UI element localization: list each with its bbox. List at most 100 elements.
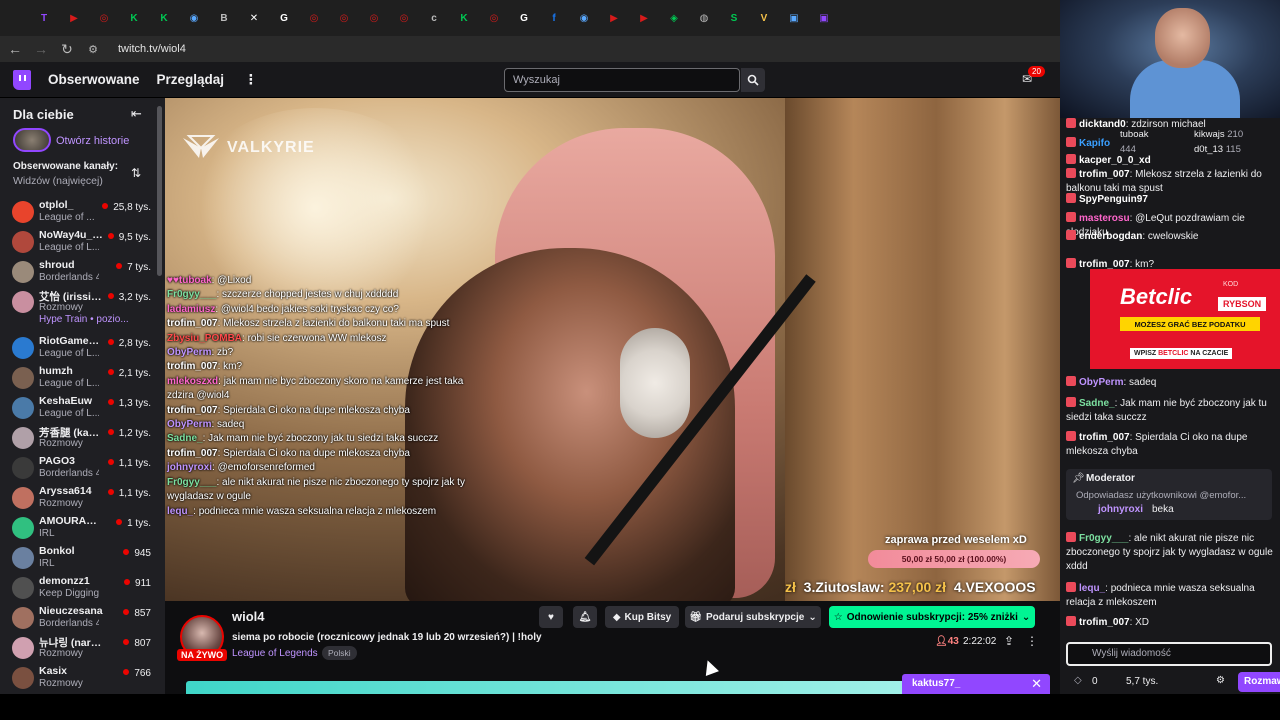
browser-tab[interactable]: ◎ <box>300 5 328 31</box>
browser-tab[interactable]: B <box>210 5 238 31</box>
followed-channel-item[interactable]: Kasix Rozmowy 766 <box>0 664 155 694</box>
browser-tab[interactable]: c <box>420 5 448 31</box>
reply-user[interactable]: johnyroxi <box>1098 504 1143 515</box>
streamer-name[interactable]: wiol4 <box>232 609 265 624</box>
followed-channel-item[interactable]: 芳香腿 (kawa...Rozmowy1,2 tys. <box>0 424 155 454</box>
channel-points-icon[interactable]: ◇ <box>1074 675 1082 686</box>
browser-tab[interactable]: ✕ <box>240 5 268 31</box>
browser-tab[interactable]: G <box>270 5 298 31</box>
followed-channel-item[interactable]: demonzz1 Keep Digging 911 <box>0 574 155 604</box>
chat-username[interactable]: SpyPenguin97 <box>1079 194 1148 205</box>
browser-tab[interactable]: V <box>750 5 778 31</box>
browser-tab[interactable]: K <box>150 5 178 31</box>
chat-username[interactable]: Fr0gyy___ <box>1079 533 1128 544</box>
betclic-ad[interactable]: Betclic KOD RYBSON MOŻESZ GRAĆ BEZ PODAT… <box>1090 269 1280 369</box>
browser-tab[interactable]: ◉ <box>570 5 598 31</box>
search-button[interactable] <box>741 68 765 92</box>
browser-tab[interactable]: ▣ <box>780 5 808 31</box>
browser-tab[interactable]: ◎ <box>90 5 118 31</box>
forward-icon[interactable]: → <box>30 38 52 60</box>
ticker-amount-1: 237,00 zł <box>888 579 947 595</box>
url-text[interactable]: twitch.tv/wiol4 <box>118 43 186 55</box>
followed-channel-item[interactable]: Aryssa614 Rozmowy 1,1 tys. <box>0 484 155 514</box>
followed-channel-item[interactable]: shroud Borderlands 4 7 tys. <box>0 258 155 288</box>
chat-message: trofim_007: Mlekosz strzela z łazienki d… <box>1066 168 1262 194</box>
collapse-sidebar-icon[interactable]: ⇤ <box>131 106 142 122</box>
chat-send-button[interactable]: Rozmawiaj <box>1238 672 1280 692</box>
chat-message-input[interactable]: Wyślij wiadomość <box>1066 642 1272 666</box>
followed-channel-item[interactable]: NoWay4u_Sir League of L... 9,5 tys. <box>0 228 155 258</box>
buy-bits-button[interactable]: ◆ Kup Bitsy <box>605 606 679 628</box>
sort-icon[interactable]: ⇅ <box>131 166 141 180</box>
browser-tab[interactable]: ◎ <box>360 5 388 31</box>
video-player[interactable]: VALKYRIE ♥♥tuboak: @Lixod Fr0gyy___: szcz… <box>165 98 1060 601</box>
notifications-bell-button[interactable]: 🔔︎ <box>573 606 597 628</box>
star-icon: ☆ <box>833 611 843 623</box>
chat-username[interactable]: trofim_007 <box>1079 169 1130 180</box>
browser-tab[interactable]: ◈ <box>660 5 688 31</box>
sidebar-scrollbar[interactable] <box>157 106 162 276</box>
browser-tab[interactable]: ◉ <box>180 5 208 31</box>
browser-tab[interactable]: ▣ <box>810 5 838 31</box>
nav-following[interactable]: Obserwowane <box>48 72 140 87</box>
browser-tab[interactable]: G <box>510 5 538 31</box>
browser-tab[interactable]: ▶ <box>630 5 658 31</box>
chat-username[interactable]: Sadne_ <box>1079 398 1115 409</box>
more-menu-icon[interactable]: ⋮ <box>244 72 258 88</box>
nav-browse[interactable]: Przeglądaj <box>157 72 225 87</box>
renew-sub-button[interactable]: ☆ Odnowienie subskrypcji: 25% zniżki ⌄ <box>829 606 1035 628</box>
search-input[interactable]: Wyszukaj <box>504 68 740 92</box>
browser-tab[interactable]: ◍ <box>690 5 718 31</box>
chat-username[interactable]: trofim_007 <box>1079 617 1130 628</box>
chat-message: trofim_007: XD <box>1066 616 1280 630</box>
browser-tab[interactable]: K <box>120 5 148 31</box>
follow-heart-button[interactable]: ♥ <box>539 606 563 628</box>
followed-channel-item[interactable]: Bonkol IRL 945 <box>0 544 155 574</box>
user-card-popup[interactable]: kaktus77_ ✕ <box>902 674 1050 694</box>
more-options-icon[interactable]: ⋮ <box>1026 634 1038 648</box>
overlay-chat-user: johnyroxi <box>167 462 213 474</box>
followed-channel-item[interactable]: KeshaEuw League of L... 1,3 tys. <box>0 394 155 424</box>
twitch-logo-icon[interactable] <box>13 69 31 90</box>
chat-username[interactable]: lequ_ <box>1079 583 1105 594</box>
followed-channel-item[interactable]: humzh League of L... 2,1 tys. <box>0 364 155 394</box>
chat-username[interactable]: Kapifo <box>1079 138 1110 149</box>
channel-avatar <box>12 517 34 539</box>
close-icon[interactable]: ✕ <box>1031 676 1042 692</box>
channel-viewers: 25,8 tys. <box>102 202 151 213</box>
browser-tab[interactable]: T <box>30 5 58 31</box>
chat-username[interactable]: enderbogdan <box>1079 231 1142 242</box>
browser-tab[interactable]: ◎ <box>480 5 508 31</box>
channel-game: Rozmowy <box>39 438 83 449</box>
settings-gear-icon[interactable]: ⚙ <box>1216 675 1225 686</box>
chat-username[interactable]: ObyPerm <box>1079 377 1123 388</box>
open-stories-link[interactable]: Otwórz historie <box>56 135 129 147</box>
stream-category-link[interactable]: League of Legends <box>232 648 318 659</box>
followed-channel-item[interactable]: PAGO3 Borderlands 4 1,1 tys. <box>0 454 155 484</box>
story-avatar[interactable] <box>13 128 51 152</box>
gift-sub-button[interactable]: 🎁︎ Podaruj subskrypcje ⌄ <box>685 606 821 628</box>
browser-tab[interactable]: ◎ <box>390 5 418 31</box>
followed-channel-item[interactable]: 뉴냐링 (narang_...Rozmowy807 <box>0 634 155 664</box>
site-info-icon[interactable]: ⚙ <box>82 38 104 60</box>
followed-channel-item[interactable]: Nieuczesana Borderlands 4 857 <box>0 604 155 634</box>
chat-username[interactable]: trofim_007 <box>1079 432 1130 443</box>
followed-channel-item[interactable]: RiotGamesT... League of L... 2,8 tys. <box>0 334 155 364</box>
reload-icon[interactable]: ↻ <box>56 38 78 60</box>
browser-tab[interactable]: K <box>450 5 478 31</box>
browser-tab[interactable]: ▶ <box>600 5 628 31</box>
chat-username[interactable]: dicktand0 <box>1079 119 1126 130</box>
chat-username[interactable]: masterosu <box>1079 213 1130 224</box>
stream-language-tag[interactable]: Polski <box>322 646 357 660</box>
back-icon[interactable]: ← <box>4 38 26 60</box>
hype-contributor: d0t_13 115 <box>1194 142 1268 157</box>
browser-tab[interactable]: ▶ <box>60 5 88 31</box>
channel-viewers: 1,1 tys. <box>108 458 151 469</box>
share-icon[interactable]: ⇪ <box>1004 634 1014 648</box>
browser-tab[interactable]: f <box>540 5 568 31</box>
browser-tab[interactable]: S <box>720 5 748 31</box>
followed-channel-item[interactable]: otplol_ League of ... 25,8 tys. <box>0 198 155 228</box>
stream-title: siema po robocie (rocznicowy jednak 19 l… <box>232 632 542 643</box>
followed-channel-item[interactable]: AMOURANTH IRL 1 tys. <box>0 514 155 544</box>
browser-tab[interactable]: ◎ <box>330 5 358 31</box>
